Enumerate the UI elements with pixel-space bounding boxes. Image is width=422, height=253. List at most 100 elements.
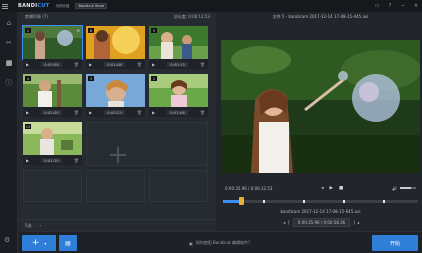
start-mark-icon[interactable]: ⁅ bbox=[288, 220, 290, 225]
clip-bar: ▶ 0:01:08 🗑 bbox=[86, 59, 145, 69]
clip-card[interactable]: 3 ▶ 0:00:23 🗑 bbox=[86, 74, 145, 118]
play-icon[interactable]: ▶ bbox=[152, 62, 155, 67]
trash-icon[interactable]: 🗑 bbox=[200, 110, 205, 115]
timeline-playhead[interactable] bbox=[238, 197, 244, 205]
clip-bar: ▶ 0:00:13 🗑 bbox=[149, 59, 208, 69]
clip-duration: 0:00:23 bbox=[104, 109, 125, 115]
clip-thumbnail[interactable] bbox=[23, 122, 82, 155]
total-length-label: 总长度: 0:06:12.53 bbox=[173, 14, 210, 19]
menu-icon[interactable] bbox=[0, 0, 10, 12]
help-hint-text: 如何使用 Bandicut 编辑软件? bbox=[195, 240, 251, 245]
play-icon[interactable]: ▶ bbox=[89, 62, 92, 67]
prev-icon[interactable]: ◂ bbox=[283, 220, 285, 225]
start-button[interactable]: 开始 bbox=[372, 235, 418, 251]
trash-icon[interactable]: 🗑 bbox=[74, 158, 79, 163]
timeline-track[interactable] bbox=[223, 200, 418, 203]
timeline-marker[interactable] bbox=[383, 200, 385, 203]
clip-number: 10 bbox=[25, 124, 31, 129]
left-rail: ⌂ ✂ ▦ ⓘ bbox=[0, 12, 18, 253]
clip-thumbnail[interactable] bbox=[149, 26, 208, 59]
clip-number: 5 bbox=[151, 28, 157, 33]
trash-icon[interactable]: 🗑 bbox=[137, 110, 142, 115]
empty-slot bbox=[86, 170, 145, 202]
list-view-button[interactable]: ▤ bbox=[59, 235, 77, 251]
help-icon[interactable]: ? bbox=[387, 3, 393, 9]
clip-bar: ▶ 0:01:00 🗑 bbox=[23, 107, 82, 117]
volume-icon[interactable]: 🔊 bbox=[392, 186, 397, 191]
stop-icon[interactable]: ■ bbox=[339, 186, 343, 191]
play-icon[interactable]: ▶ bbox=[152, 110, 155, 115]
play-icon[interactable]: ▶ bbox=[26, 62, 29, 67]
info-icon[interactable]: ⓘ bbox=[4, 78, 14, 88]
clip-card[interactable]: 5 ▶ 0:00:13 🗑 bbox=[149, 26, 208, 70]
timeline-marker[interactable] bbox=[303, 200, 305, 203]
settings-icon[interactable]: ⚙ bbox=[4, 236, 10, 244]
clip-thumbnail[interactable] bbox=[86, 26, 145, 59]
bottom-bar: + ▾ ▤ ▣ 如何使用 Bandicut 编辑软件? 开始 bbox=[19, 231, 422, 253]
clip-remove-icon[interactable]: ✕ bbox=[77, 28, 80, 33]
clip-bar: ▶ 0:01:20 🗑 bbox=[23, 155, 82, 165]
clip-number: 2 bbox=[151, 76, 157, 81]
clip-thumbnail[interactable] bbox=[86, 74, 145, 107]
bandicut-window: BANDICUT 电视收藏 Bandicut Store ▭ ? ─ ✕ ⌂ ✂… bbox=[0, 0, 422, 253]
video-preview[interactable] bbox=[221, 40, 420, 173]
timeline[interactable] bbox=[223, 197, 418, 207]
playback-controls: 0:00:35.96 / 0:06:12.53 ◂ ▶ ■ 🔊 bbox=[221, 183, 420, 193]
clip-thumbnail[interactable] bbox=[23, 74, 82, 107]
trash-icon[interactable]: 🗑 bbox=[200, 62, 205, 67]
clip-grid: 1 ✕ ▶ 0:00:58 🗑 6 ▶ 0:01:08 🗑 5 ▶ 0:00:1… bbox=[22, 25, 212, 206]
clip-card[interactable]: 6 ▶ 0:01:08 🗑 bbox=[86, 26, 145, 70]
segment-time: 0:00:35.96 / 0:00:58.36 bbox=[292, 218, 351, 227]
clip-card[interactable]: 2 ▶ 0:01:06 🗑 bbox=[149, 74, 208, 118]
empty-slot bbox=[23, 170, 82, 202]
clip-bar: ▶ 0:00:23 🗑 bbox=[86, 107, 145, 117]
play-icon[interactable]: ▶ bbox=[330, 186, 333, 191]
volume-slider[interactable] bbox=[400, 187, 416, 189]
titlebar-badge-store[interactable]: Bandicut Store bbox=[75, 3, 108, 9]
clip-duration: 0:01:06 bbox=[167, 109, 188, 115]
segment-controls: ◂ ⁅ 0:00:35.96 / 0:00:58.36 ⁆ ▸ bbox=[249, 218, 394, 227]
next-arrow-icon[interactable]: › bbox=[40, 223, 42, 228]
cut-icon[interactable]: ✂ bbox=[4, 38, 14, 48]
timeline-progress bbox=[223, 200, 241, 203]
volume-fill bbox=[400, 187, 411, 189]
timeline-marker[interactable] bbox=[263, 200, 265, 203]
logo-text-2: CUT bbox=[37, 3, 50, 9]
next-icon[interactable]: ▸ bbox=[358, 220, 360, 225]
segment-title: bandicam 2017-12-14 17-08-15-645.avi bbox=[280, 209, 361, 214]
play-icon[interactable]: ▶ bbox=[26, 110, 29, 115]
list-icon: ▤ bbox=[65, 239, 71, 247]
play-icon[interactable]: ▶ bbox=[26, 158, 29, 163]
clip-card[interactable]: 1 ✕ ▶ 0:00:58 🗑 bbox=[22, 25, 83, 70]
trash-icon[interactable]: 🗑 bbox=[137, 62, 142, 67]
add-clip-plus-icon[interactable]: + bbox=[103, 140, 133, 170]
clip-card[interactable]: 4 ▶ 0:01:00 🗑 bbox=[23, 74, 82, 118]
trash-icon[interactable]: 🗑 bbox=[74, 62, 79, 67]
merge-icon[interactable]: ▦ bbox=[4, 58, 14, 68]
close-icon[interactable]: ✕ bbox=[413, 3, 419, 9]
preview-title: 文件 5 - bandicam 2017-12-14 17-08-15-445.… bbox=[272, 14, 369, 19]
folder-icon[interactable]: ▭ bbox=[374, 3, 380, 9]
clip-number: 3 bbox=[88, 76, 94, 81]
clip-thumbnail[interactable] bbox=[22, 25, 83, 60]
preview-panel: 文件 5 - bandicam 2017-12-14 17-08-15-445.… bbox=[219, 12, 422, 231]
minimize-icon[interactable]: ─ bbox=[400, 3, 406, 9]
clip-card[interactable]: 10 ▶ 0:01:20 🗑 bbox=[23, 122, 82, 166]
clip-duration: 0:00:58 bbox=[41, 61, 62, 67]
prev-frame-icon[interactable]: ◂ bbox=[321, 186, 323, 191]
timeline-marker[interactable] bbox=[343, 200, 345, 203]
play-icon[interactable]: ▶ bbox=[89, 110, 92, 115]
clip-count-label: 剪辑列表 (7) bbox=[25, 14, 48, 19]
add-button[interactable]: + ▾ bbox=[22, 235, 56, 251]
trash-icon[interactable]: 🗑 bbox=[74, 110, 79, 115]
clip-bar: ▶ 0:01:06 🗑 bbox=[149, 107, 208, 117]
help-hint[interactable]: ▣ 如何使用 Bandicut 编辑软件? bbox=[189, 240, 250, 246]
clip-number: 4 bbox=[25, 76, 31, 81]
clip-number: 1 bbox=[25, 28, 31, 33]
titlebar-badge-tv[interactable]: 电视收藏 bbox=[53, 4, 71, 9]
end-mark-icon[interactable]: ⁆ bbox=[353, 220, 355, 225]
clip-thumbnail[interactable] bbox=[149, 74, 208, 107]
home-icon[interactable]: ⌂ bbox=[4, 18, 14, 28]
chevron-down-icon[interactable]: ▾ bbox=[44, 241, 46, 246]
clip-list-footer: 5选 › bbox=[19, 219, 216, 231]
